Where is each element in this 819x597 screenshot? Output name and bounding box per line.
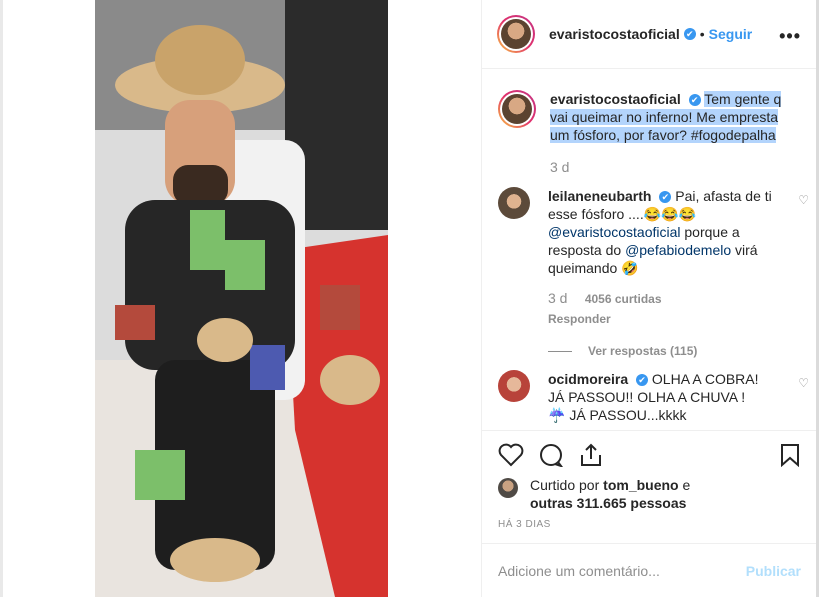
view-replies[interactable]: Ver respostas (115) [548,342,778,360]
comment-username[interactable]: leilaneneubarth [548,188,651,204]
more-options-icon[interactable]: ••• [779,26,801,47]
share-icon[interactable] [578,443,604,473]
add-comment-bar: Publicar [482,543,817,597]
author-avatar[interactable] [497,15,535,53]
caption-username[interactable]: evaristocostaoficial [550,91,681,107]
comment-like-icon[interactable]: ♡ [798,193,809,207]
liked-middle: e [682,477,691,493]
comment-username[interactable]: ocidmoreira [548,371,628,387]
mention-link[interactable]: @pefabiodemelo [625,242,731,258]
liker-avatar[interactable] [498,478,518,498]
caption: evaristocostaoficial ✔ Tem gente q vai q… [498,90,803,177]
post-photo[interactable] [95,0,388,597]
author-username[interactable]: evaristocostaoficial [549,26,680,42]
scarecrow-image [95,0,388,597]
action-bar [482,430,817,474]
liked-others[interactable]: outras 311.665 pessoas [530,495,686,511]
comment-item: ocidmoreira ✔ OLHA A COBRA! JÁ PASSOU!! … [498,370,809,424]
comments-list[interactable]: evaristocostaoficial ✔ Tem gente q vai q… [482,70,817,430]
liked-prefix: Curtido por [530,477,600,493]
verified-icon: ✔ [683,28,696,40]
comment-time[interactable]: 3 d [548,290,567,306]
post-side-panel: evaristocostaoficial ✔ • Seguir ••• evar… [481,0,817,597]
caption-time[interactable]: 3 d [550,159,569,175]
post-header: evaristocostaoficial ✔ • Seguir ••• [482,0,817,69]
publish-button[interactable]: Publicar [746,563,801,579]
likes-summary: Curtido por tom_bueno e outras 311.665 p… [498,476,690,512]
background-left [0,0,95,597]
bookmark-icon[interactable] [779,443,801,473]
comment-icon[interactable] [538,443,564,473]
comment-input[interactable] [498,562,746,579]
caption-avatar[interactable] [498,90,536,128]
mention-link[interactable]: @evaristocostaoficial [548,224,681,240]
post-timestamp[interactable]: HÁ 3 DIAS [498,519,551,530]
commenter-avatar[interactable] [498,370,530,402]
commenter-avatar[interactable] [498,187,530,219]
comment-item: leilaneneubarth ✔ Pai, afasta de ti esse… [498,187,809,360]
separator-dot: • [699,26,705,42]
liker-username[interactable]: tom_bueno [603,477,678,493]
verified-icon: ✔ [688,94,701,107]
comment-likes[interactable]: 4056 curtidas [585,292,662,306]
like-icon[interactable] [498,443,524,473]
verified-icon: ✔ [659,191,672,204]
verified-icon: ✔ [636,374,649,387]
left-edge [0,0,3,597]
comment-like-icon[interactable]: ♡ [798,376,809,390]
follow-button[interactable]: Seguir [709,26,753,42]
background-gap [388,0,481,597]
reply-button[interactable]: Responder [548,310,778,328]
